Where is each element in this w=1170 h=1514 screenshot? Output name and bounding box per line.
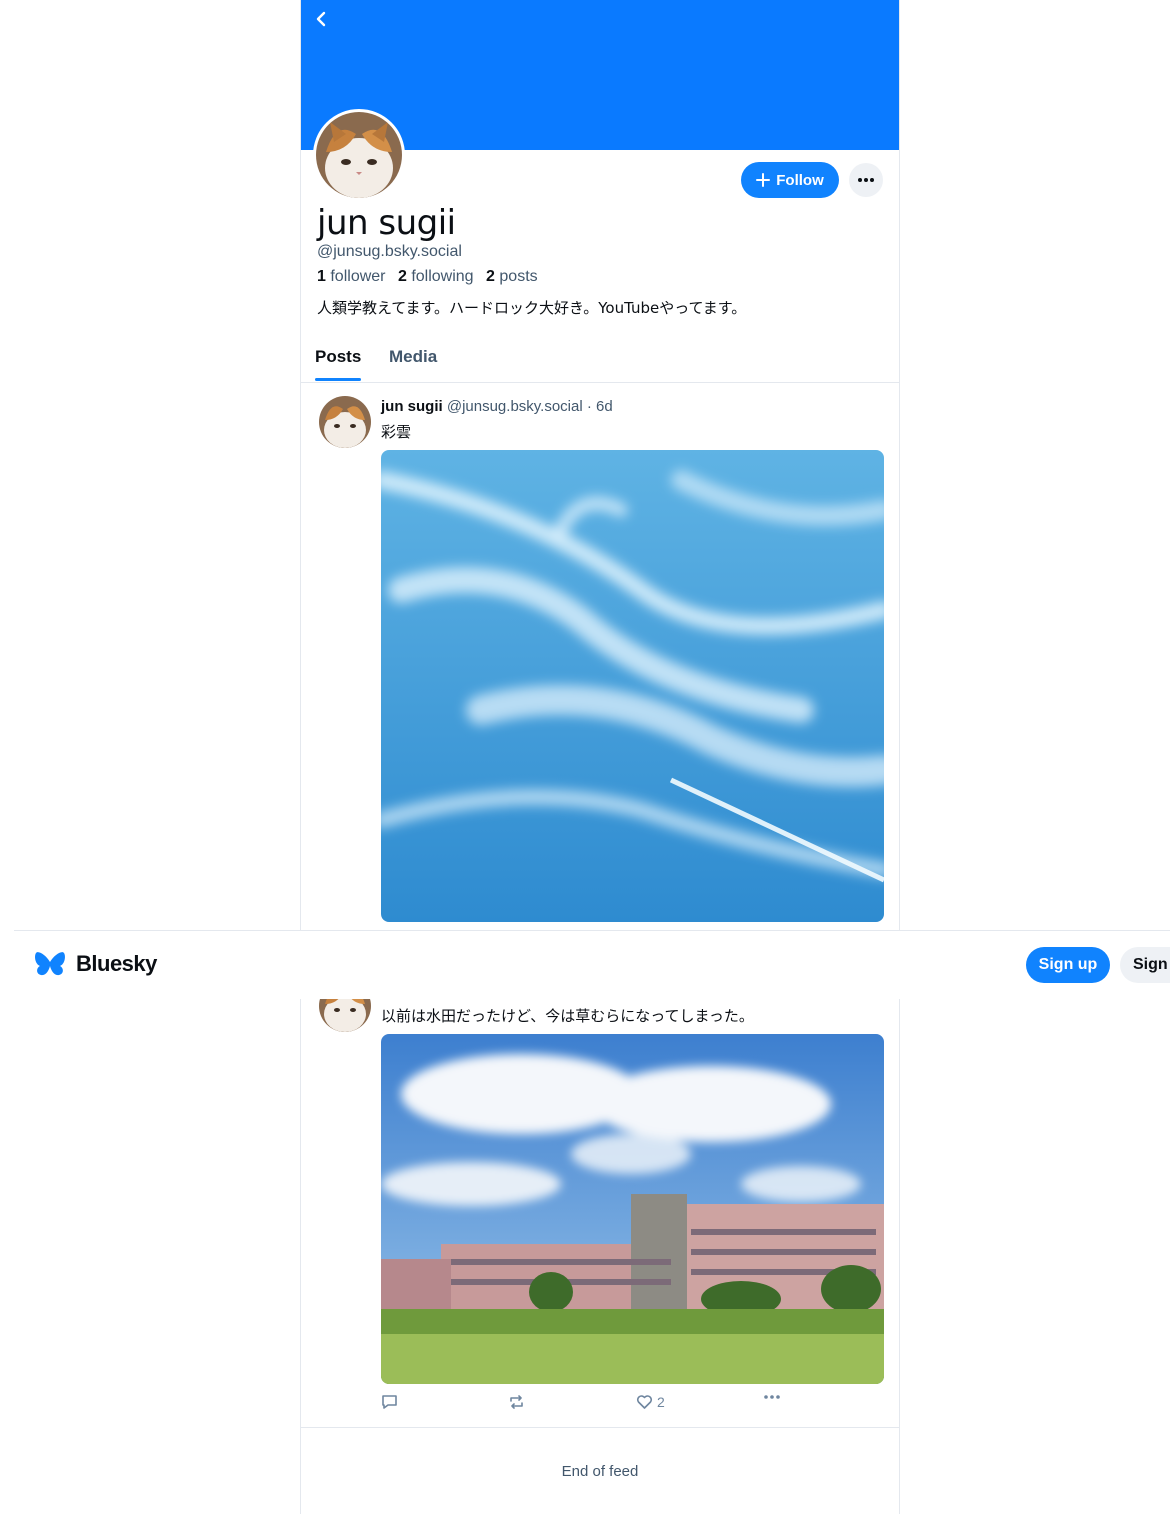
sign-in-label: Sign in — [1133, 956, 1170, 973]
followers-link[interactable]: 1 follower — [317, 268, 386, 285]
posts-count: 2 — [486, 268, 495, 285]
like-button[interactable]: 2 — [636, 1394, 665, 1410]
feed-divider — [301, 1427, 899, 1428]
profile-tabs: Posts Media — [301, 336, 899, 383]
post-author-handle[interactable]: @junsug.bsky.social — [447, 398, 583, 415]
post-text: 彩雲 — [381, 423, 412, 441]
posts-stat: 2 posts — [486, 268, 538, 285]
following-link[interactable]: 2 following — [398, 268, 474, 285]
post-image-building[interactable] — [381, 1034, 884, 1384]
posts-label: posts — [499, 268, 538, 285]
repost-button[interactable] — [508, 1394, 525, 1410]
profile-stats: 1 follower 2 following 2 posts — [317, 268, 546, 286]
ellipsis-icon — [858, 178, 874, 182]
signup-bar: Bluesky Sign up Sign in — [14, 930, 1170, 999]
post-separator: · — [586, 398, 592, 415]
back-button[interactable] — [309, 6, 333, 32]
following-count: 2 — [397, 268, 407, 285]
follow-button[interactable]: Follow — [741, 162, 839, 198]
post-author-avatar[interactable] — [319, 396, 371, 448]
profile-avatar[interactable] — [313, 109, 405, 201]
profile-handle: @junsug.bsky.social — [317, 243, 462, 260]
sign-up-button[interactable]: Sign up — [1026, 947, 1110, 983]
like-count: 2 — [657, 1394, 665, 1410]
follow-label: Follow — [776, 171, 824, 189]
profile-bio: 人類学教えてます。ハードロック大好き。YouTubeやってます。 — [317, 299, 747, 317]
post-text: 以前は水田だったけど、今は草むらになってしまった。 — [381, 1007, 754, 1025]
tab-posts[interactable]: Posts — [315, 347, 361, 367]
active-tab-indicator — [315, 378, 361, 381]
butterfly-logo-icon — [35, 952, 65, 976]
followers-label: follower — [330, 268, 386, 285]
post-header: jun sugii @junsug.bsky.social · 6d — [381, 398, 613, 415]
reply-icon — [382, 1395, 397, 1409]
followers-count: 1 — [317, 268, 326, 285]
plus-icon — [756, 173, 771, 187]
end-of-feed-label: End of feed — [561, 1463, 639, 1480]
profile-more-button[interactable] — [849, 163, 883, 197]
post-actions: 2 — [381, 1394, 884, 1416]
chevron-left-icon — [316, 11, 326, 27]
repost-icon — [510, 1395, 523, 1409]
post-more-button[interactable] — [763, 1394, 781, 1400]
reply-button[interactable] — [381, 1394, 398, 1410]
bluesky-brand[interactable]: Bluesky — [34, 950, 157, 978]
following-label: following — [411, 268, 474, 285]
profile-column: Follow jun sugii @junsug.bsky.social 1 f… — [300, 0, 900, 1514]
sign-in-button[interactable]: Sign in — [1120, 947, 1170, 983]
post-image-clouds[interactable] — [381, 450, 884, 922]
heart-icon — [636, 1395, 653, 1409]
ellipsis-icon — [764, 1395, 780, 1399]
tab-media[interactable]: Media — [389, 347, 437, 367]
profile-display-name: jun sugii — [317, 203, 456, 243]
post-author-name[interactable]: jun sugii — [381, 398, 443, 415]
post-time[interactable]: 6d — [596, 398, 613, 415]
brand-name: Bluesky — [76, 951, 157, 976]
